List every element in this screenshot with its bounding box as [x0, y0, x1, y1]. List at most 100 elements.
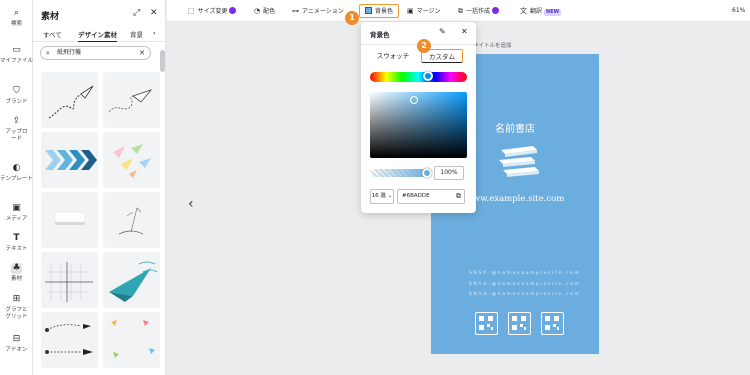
palette-icon: ◔: [254, 7, 261, 15]
rail-item-brand[interactable]: ⛉ ブランド: [0, 86, 33, 106]
add-title-hint[interactable]: タイトルを追加: [473, 41, 512, 49]
opacity-input[interactable]: 100%: [434, 166, 464, 180]
qr-code[interactable]: [541, 312, 564, 335]
tab-background[interactable]: 背景: [130, 29, 143, 39]
rail-label: アドオン: [5, 347, 28, 353]
brand-icon: ⛉: [13, 86, 20, 96]
element-thumb-chevrons[interactable]: [41, 132, 98, 188]
rail-label: テキスト: [5, 246, 28, 252]
addon-icon: ⊟: [12, 334, 21, 344]
rail-item-graph-grid[interactable]: ⊞ グラフとグリッド: [0, 294, 33, 321]
sns-line[interactable]: S N S ① : @ n a m e e x a m p l e s i t …: [469, 271, 579, 276]
folder-icon: ▭: [12, 45, 21, 55]
margin-button[interactable]: ▣ マージン: [407, 4, 441, 18]
rail-label: メディア: [5, 216, 28, 222]
qr-code[interactable]: [508, 312, 531, 335]
translate-label: 翻訳: [530, 8, 543, 15]
crown-icon: [229, 7, 237, 14]
sns-line[interactable]: S N S ③ : @ n a m e e x a m p l e s i t …: [469, 292, 579, 297]
hue-slider[interactable]: [370, 71, 467, 82]
element-thumb-flight-route[interactable]: [41, 312, 98, 368]
color-format-select[interactable]: 16 進 ⌄: [370, 189, 394, 204]
background-color-swatch: [365, 7, 372, 14]
color-scheme-label: 配色: [263, 8, 276, 15]
sns-line[interactable]: S N S ② : @ n a m e e x a m p l e s i t …: [469, 282, 579, 287]
zoom-level[interactable]: 61%: [732, 4, 745, 18]
animation-button[interactable]: ⊶ アニメーション: [292, 4, 344, 18]
upload-icon: ⇪: [12, 116, 21, 126]
rail-item-elements[interactable]: ♣ 素材: [0, 263, 33, 283]
element-thumb-confetti-frame[interactable]: [103, 312, 160, 368]
rail-item-template[interactable]: ◐ テンプレート: [0, 163, 33, 183]
saturation-picker[interactable]: [370, 92, 467, 158]
elements-icon: ♣: [11, 263, 22, 274]
step-badge-2: 2: [417, 39, 431, 53]
chevron-right-icon[interactable]: ›: [153, 29, 156, 37]
panel-title: 素材: [41, 12, 60, 22]
rail-item-media[interactable]: ▣ メディア: [0, 203, 33, 223]
translate-button[interactable]: 文翻訳 NEW: [520, 4, 562, 18]
background-color-button[interactable]: 背景色: [359, 4, 400, 18]
resize-label: サイズ変更: [197, 8, 228, 15]
panel-scrollbar[interactable]: [160, 50, 165, 72]
rail-item-text[interactable]: T テキスト: [0, 233, 33, 253]
qr-code[interactable]: [475, 312, 498, 335]
top-toolbar: ⬚ サイズ変更 ◔ 配色 ⊶ アニメーション 背景色 ▣ マージン ⧉ 一括作成 文翻訳 N…: [167, 0, 750, 22]
search-icon: ⌕: [46, 49, 50, 57]
expand-icon[interactable]: ⤢: [133, 8, 140, 18]
element-thumb-paper-plane-trail[interactable]: [103, 72, 160, 128]
elements-panel: 素材 ⤢ ✕ すべて デザイン素材 背景 › ⌕ 紙飛行機 ✕: [33, 0, 166, 375]
element-thumb-book-sketch[interactable]: [103, 192, 160, 248]
close-icon[interactable]: ✕: [150, 8, 158, 18]
eyedropper-icon[interactable]: ✎: [439, 27, 446, 36]
rail-label: ブランド: [5, 99, 28, 105]
rail-item-upload[interactable]: ⇪ アップロード: [0, 116, 33, 143]
rail-label: マイファイル: [0, 58, 34, 64]
rail-item-my-files[interactable]: ▭ マイファイル: [0, 45, 33, 65]
translate-icon: 文: [520, 7, 527, 15]
hex-input[interactable]: #6BADDE ⧉: [397, 189, 465, 204]
previous-page-chevron-icon[interactable]: ‹: [188, 196, 194, 212]
bulk-create-button[interactable]: ⧉ 一括作成: [458, 4, 500, 18]
saturation-handle[interactable]: [410, 96, 418, 104]
hue-handle[interactable]: [423, 71, 433, 81]
books-icon: [499, 146, 539, 177]
copy-icon[interactable]: ⧉: [456, 190, 461, 203]
resize-button[interactable]: ⬚ サイズ変更: [188, 4, 237, 18]
element-thumb-paper-plane-loop[interactable]: [41, 72, 98, 128]
margin-icon: ▣: [407, 7, 414, 15]
text-icon: T: [13, 233, 20, 243]
tab-all[interactable]: すべて: [43, 29, 62, 39]
bulk-create-label: 一括作成: [466, 8, 491, 15]
hex-value: #6BADDE: [402, 193, 430, 199]
margin-label: マージン: [416, 8, 441, 15]
background-color-label: 背景色: [375, 8, 394, 15]
rail-label: 検索: [10, 21, 22, 27]
grid-icon: ⊞: [12, 294, 21, 304]
rail-item-addon[interactable]: ⊟ アドオン: [0, 334, 33, 354]
opacity-slider[interactable]: [370, 168, 432, 178]
element-thumb-teal-plane[interactable]: [103, 252, 160, 308]
element-thumb-grid-plane[interactable]: [41, 252, 98, 308]
popover-title: 背景色: [370, 31, 390, 39]
element-thumb-colorful-planes[interactable]: [103, 132, 160, 188]
clear-icon[interactable]: ✕: [139, 47, 145, 59]
rail-label: アップロード: [5, 129, 28, 142]
search-input[interactable]: ⌕ 紙飛行機 ✕: [40, 46, 151, 60]
panel-tabs: すべて デザイン素材 背景 ›: [33, 27, 166, 42]
close-icon[interactable]: ✕: [461, 27, 468, 36]
rail-item-search[interactable]: ⌕ 検索: [0, 8, 33, 28]
search-icon: ⌕: [13, 8, 20, 18]
search-value: 紙飛行機: [57, 49, 82, 56]
animation-label: アニメーション: [302, 8, 344, 15]
tab-design-elements[interactable]: デザイン素材: [78, 29, 117, 42]
color-scheme-button[interactable]: ◔ 配色: [254, 4, 275, 18]
animation-icon: ⊶: [292, 7, 299, 15]
left-rail: ⌕ 検索 ▭ マイファイル ⛉ ブランド ⇪ アップロード ◐ テンプレート ▣ メディア …: [0, 0, 33, 375]
rail-label: テンプレート: [0, 176, 33, 182]
crown-icon: [492, 7, 500, 14]
rail-label: グラフとグリッド: [5, 307, 28, 320]
tab-swatch[interactable]: スウォッチ: [371, 49, 415, 63]
element-thumb-paper-card[interactable]: [41, 192, 98, 248]
opacity-handle[interactable]: [422, 168, 432, 178]
